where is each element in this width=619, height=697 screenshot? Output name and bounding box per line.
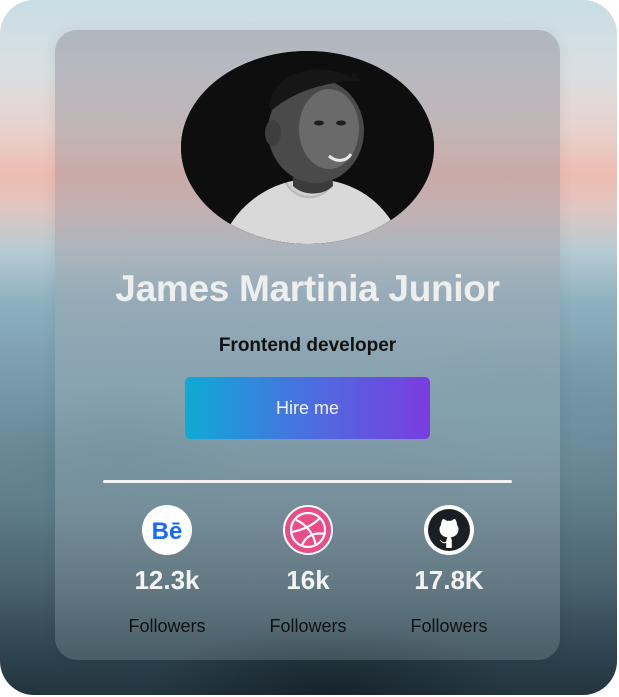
behance-followers-label: Followers — [128, 616, 206, 636]
profile-card: James Martinia Junior Frontend developer… — [55, 30, 560, 660]
dribbble-followers-label: Followers — [269, 616, 347, 636]
svg-text:Bē: Bē — [152, 518, 183, 545]
dribbble-followers-count: 16k — [286, 565, 330, 595]
github-followers-count: 17.8K — [414, 565, 484, 595]
stat-behance: Bē 12.3k Followers — [102, 505, 232, 637]
stat-dribbble: 16k Followers — [243, 505, 373, 637]
dribbble-icon[interactable] — [283, 505, 333, 555]
behance-icon[interactable]: Bē — [142, 505, 192, 555]
divider — [103, 480, 512, 483]
avatar — [181, 51, 434, 244]
behance-followers-count: 12.3k — [134, 565, 200, 595]
github-followers-label: Followers — [410, 616, 488, 636]
profile-role: Frontend developer — [218, 335, 397, 356]
hire-me-button[interactable]: Hire me — [185, 377, 430, 439]
profile-name: James Martinia Junior — [115, 268, 500, 309]
stat-github: 17.8K Followers — [384, 505, 514, 637]
github-icon[interactable] — [424, 505, 474, 555]
background-scene: James Martinia Junior Frontend developer… — [0, 0, 617, 695]
